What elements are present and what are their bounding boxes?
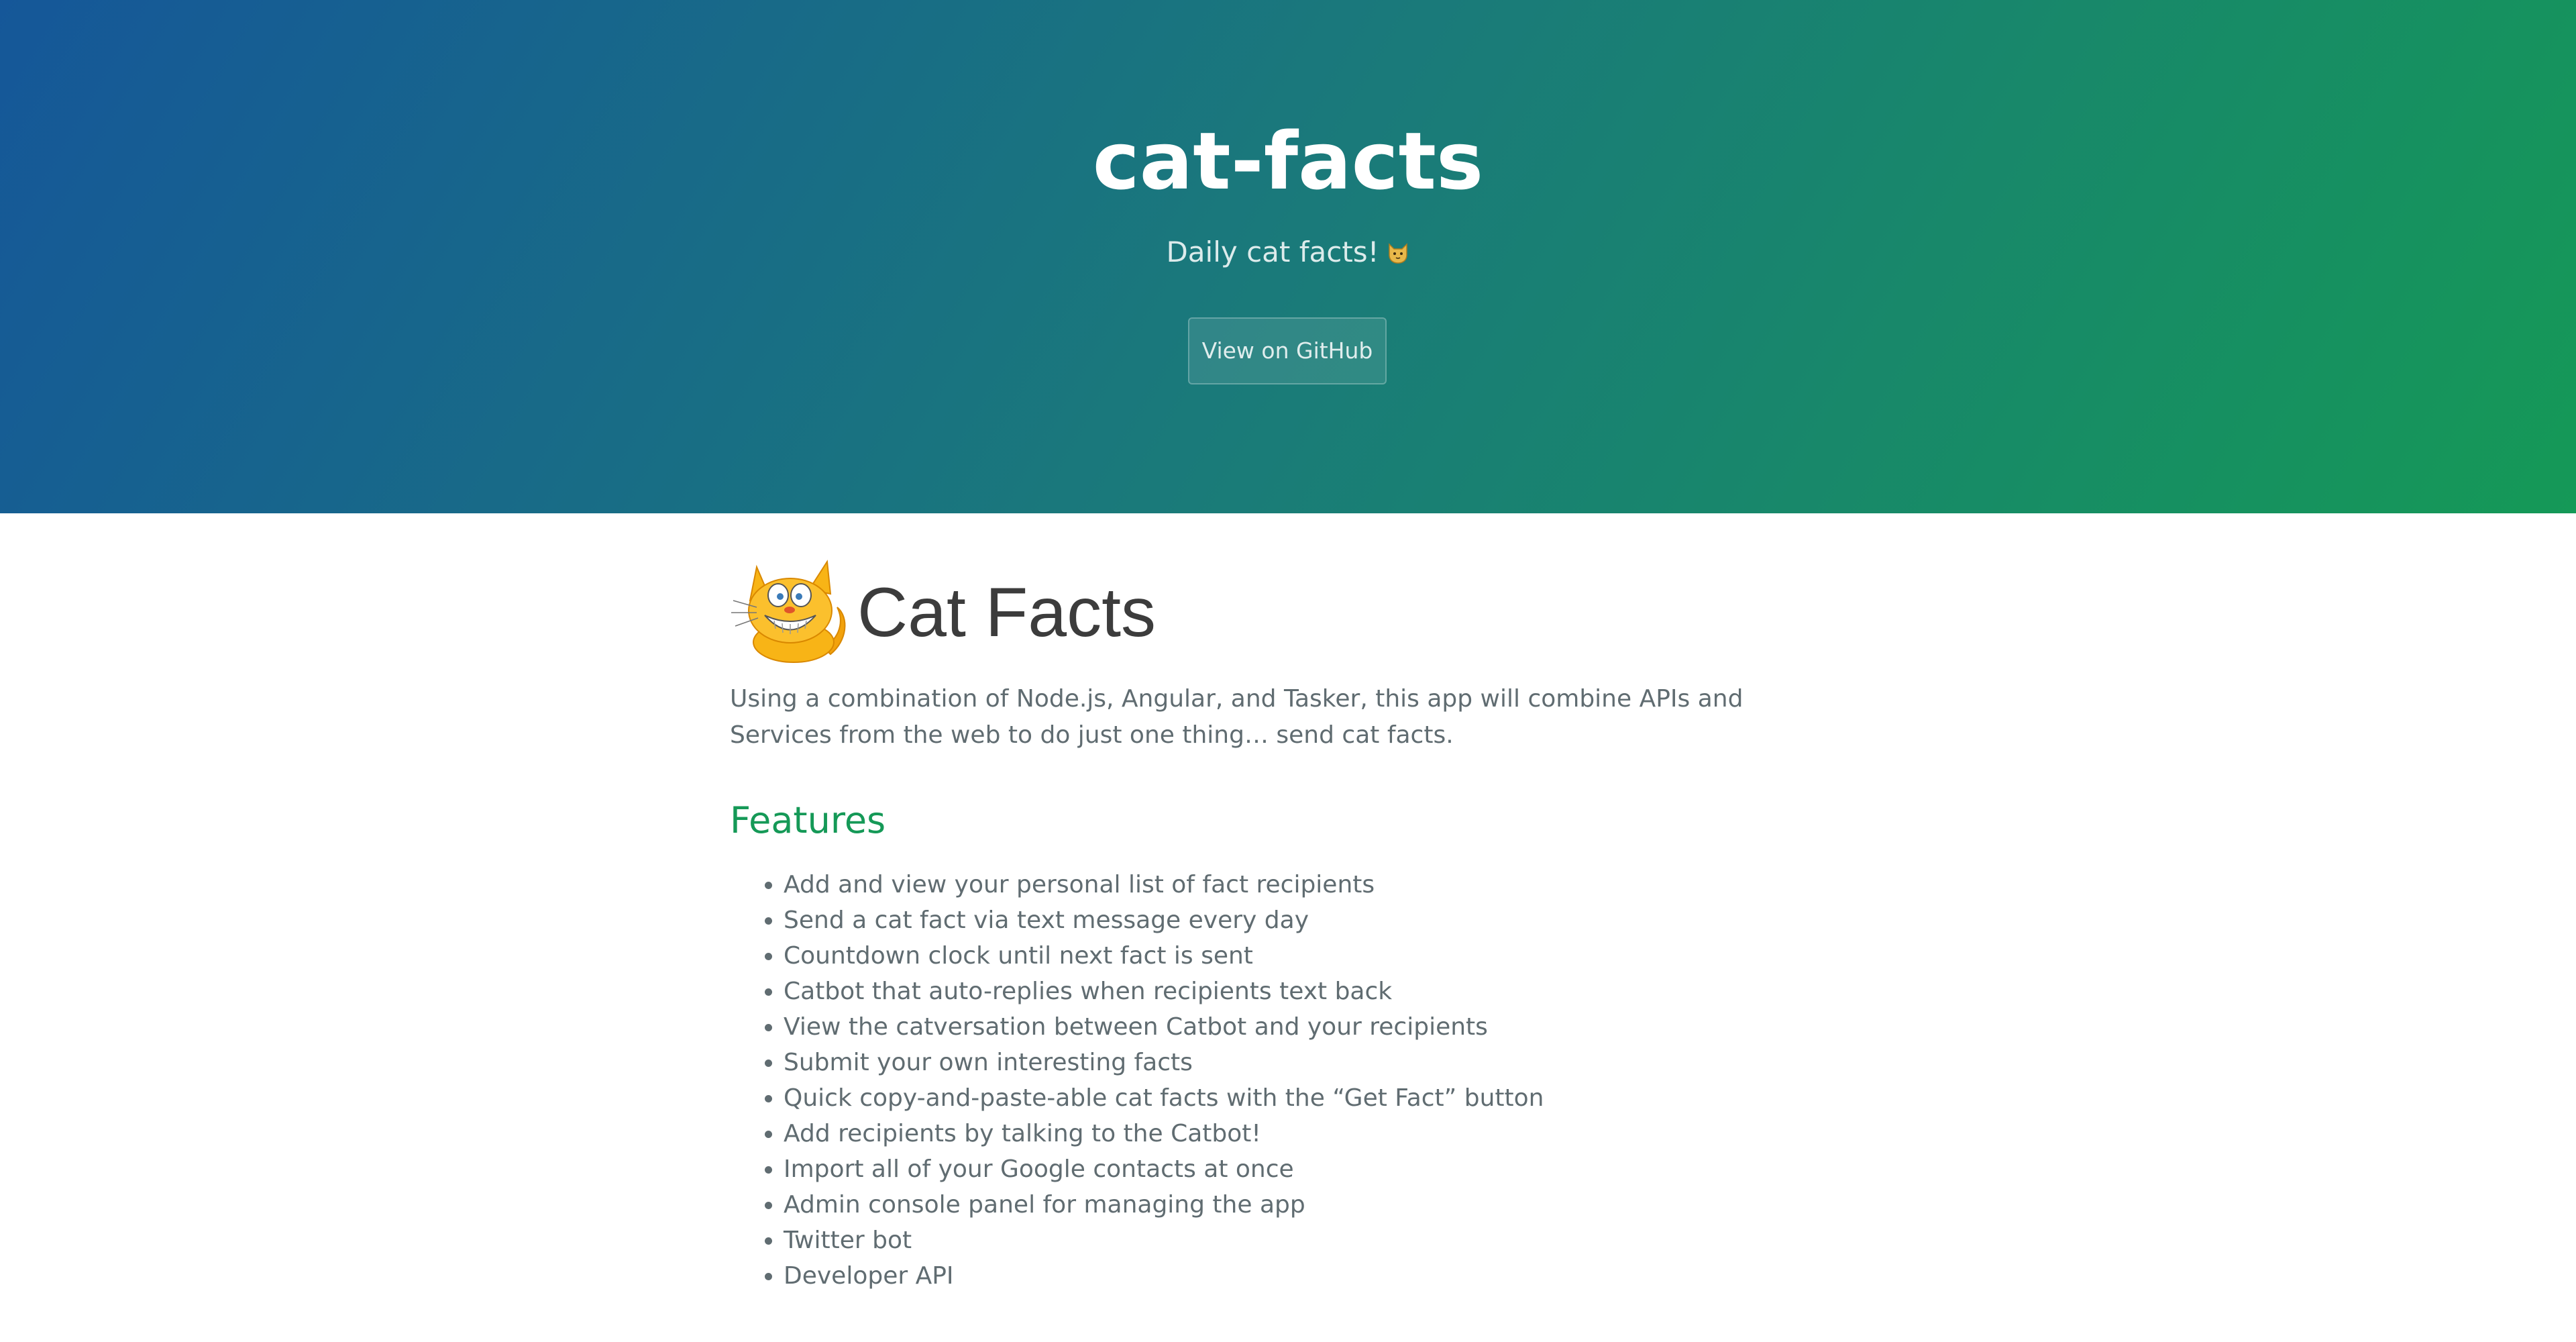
list-item: Catbot that auto-replies when recipients…: [784, 974, 1544, 1009]
list-item: Countdown clock until next fact is sent: [784, 938, 1544, 974]
view-on-github-button[interactable]: View on GitHub: [1188, 317, 1387, 384]
features-list: Add and view your personal list of fact …: [730, 867, 1544, 1294]
list-item: Admin console panel for managing the app: [784, 1187, 1544, 1223]
list-item: Import all of your Google contacts at on…: [784, 1151, 1544, 1187]
list-item: View the catversation between Catbot and…: [784, 1009, 1544, 1045]
cat-facts-logo: Cat Facts: [730, 554, 1401, 668]
cat-face-emoji-icon: [1388, 243, 1407, 264]
list-item: Quick copy-and-paste-able cat facts with…: [784, 1080, 1544, 1116]
project-title: cat-facts: [1092, 115, 1484, 207]
features-heading: Features: [730, 799, 886, 841]
page-header: cat-facts Daily cat facts! View on GitHu…: [0, 0, 2576, 513]
list-item: Add recipients by talking to the Catbot!: [784, 1116, 1544, 1151]
list-item: Add and view your personal list of fact …: [784, 867, 1544, 902]
list-item: Send a cat fact via text message every d…: [784, 902, 1544, 938]
intro-paragraph: Using a combination of Node.js, Angular,…: [730, 685, 1743, 749]
list-item: Developer API: [784, 1258, 1544, 1294]
list-item: Twitter bot: [784, 1223, 1544, 1258]
list-item: Submit your own interesting facts: [784, 1045, 1544, 1080]
tagline-text: Daily cat facts!: [1166, 236, 1379, 268]
logo-wordmark: Cat Facts: [857, 574, 1156, 652]
grinning-orange-cat-icon: [731, 560, 846, 663]
project-tagline: Daily cat facts!: [0, 232, 2576, 272]
